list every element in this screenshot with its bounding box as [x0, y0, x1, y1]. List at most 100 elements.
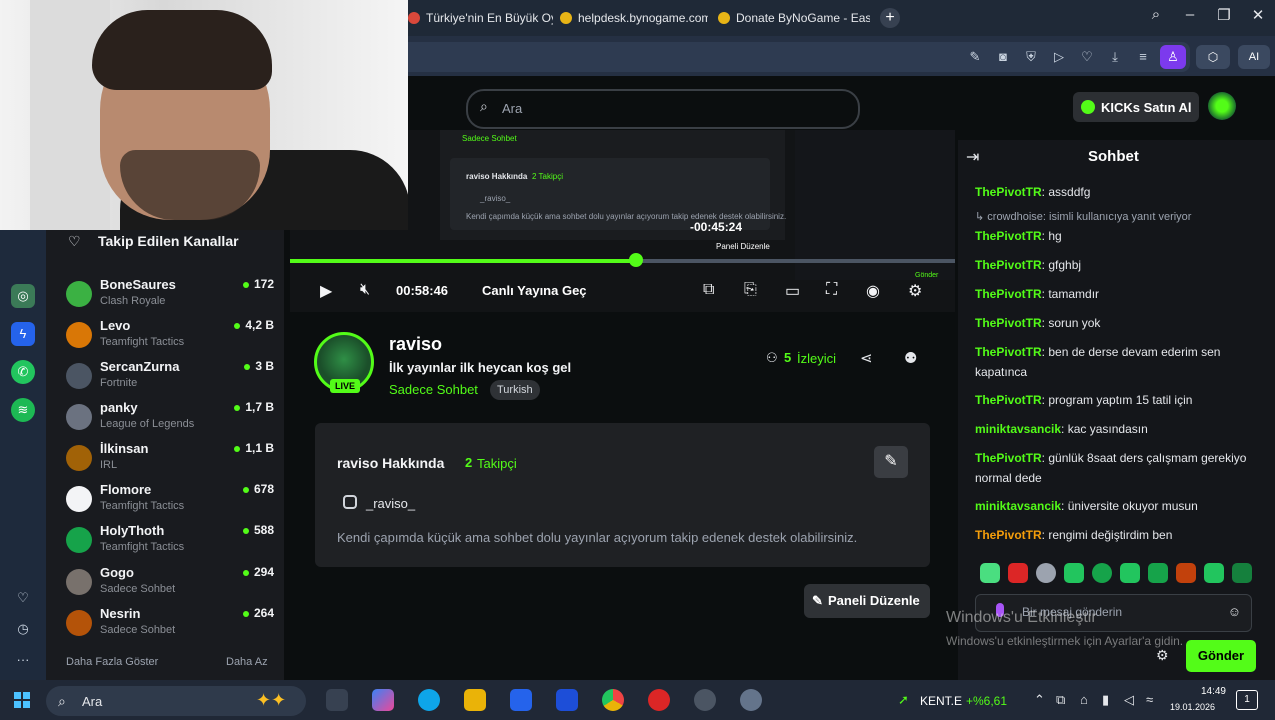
browser-tab[interactable]: helpdesk.bynogame.com [560, 6, 708, 30]
whatsapp-icon[interactable]: ✆ [11, 360, 35, 384]
windows-start-icon[interactable] [14, 692, 30, 708]
edge-icon[interactable] [418, 689, 440, 711]
opera-icon[interactable] [648, 689, 670, 711]
heart-icon[interactable]: ♡ [1078, 49, 1096, 65]
tray-expand-icon[interactable]: ⌃ [1034, 692, 1045, 708]
menu-icon[interactable]: ≡ [1134, 49, 1152, 65]
play-icon[interactable]: ▶ [320, 281, 332, 301]
extensions-icon[interactable]: ⬡ [1196, 45, 1230, 69]
wifi-icon[interactable]: ≈ [1146, 692, 1153, 707]
edit-about-button[interactable]: ✎ [874, 446, 908, 478]
edit-panels-button[interactable]: ✎ Paneli Düzenle [804, 584, 930, 618]
emote[interactable] [1008, 563, 1028, 583]
search-input[interactable]: ⌕ Ara [466, 89, 860, 129]
collapse-chat-icon[interactable]: ⇥ [966, 147, 979, 167]
emote[interactable] [1092, 563, 1112, 583]
emote[interactable] [1120, 563, 1140, 583]
profile-icon[interactable]: ♙ [1160, 45, 1186, 69]
channel-item[interactable]: Levo Teamfight Tactics 4,2 B [64, 318, 278, 356]
channel-item[interactable]: Gogo Sadece Sohbet 294 [64, 565, 278, 603]
browser-tab-active[interactable]: Donate ByNoGame - Eas [718, 6, 870, 30]
restore-icon[interactable]: ❐ [1212, 6, 1236, 24]
channel-item[interactable]: BoneSaures Clash Royale 172 [64, 277, 278, 315]
taskbar-date[interactable]: 19.01.2026 [1170, 702, 1215, 712]
camera-icon[interactable]: ◙ [994, 49, 1012, 65]
volume-icon[interactable]: ◁ [1124, 692, 1134, 708]
show-less-link[interactable]: Daha Az [226, 656, 268, 668]
buy-kicks-button[interactable]: KICKs Satın Al [1073, 92, 1199, 122]
streamer-name[interactable]: raviso [389, 334, 442, 355]
chat-settings-icon[interactable]: ⚙ [1156, 647, 1169, 664]
store-icon[interactable] [510, 689, 532, 711]
copilot-icon[interactable] [372, 689, 394, 711]
emote[interactable] [1148, 563, 1168, 583]
channel-name: BoneSaures [100, 277, 176, 292]
emote[interactable] [1064, 563, 1084, 583]
taskbar-clock[interactable]: 14:49 [1192, 686, 1226, 697]
channel-item[interactable]: panky League of Legends 1,7 B [64, 400, 278, 438]
share-icon[interactable]: ⋖ [860, 349, 873, 367]
channel-name: İlkinsan [100, 441, 149, 456]
instagram-link[interactable]: _raviso_ [366, 496, 415, 511]
send-button[interactable]: Gönder [1186, 640, 1256, 672]
quality-icon[interactable]: ◉ [866, 281, 880, 301]
emote[interactable] [1036, 563, 1056, 583]
app-icon[interactable] [740, 689, 762, 711]
emote[interactable] [1204, 563, 1224, 583]
go-live-button[interactable]: Canlı Yayına Geç [482, 283, 587, 298]
theater-mode-icon[interactable]: ▭ [785, 281, 800, 301]
outlook-icon[interactable] [556, 689, 578, 711]
stream-category-link[interactable]: Sadece Sohbet [389, 382, 478, 397]
favorites-icon[interactable]: ♡ [11, 586, 35, 610]
fullscreen-icon[interactable]: ⛶ [826, 281, 837, 299]
download-icon[interactable]: ⤓ [1106, 49, 1124, 65]
app-icon[interactable]: ◎ [11, 284, 35, 308]
notification-center-icon[interactable]: 1 [1236, 690, 1258, 710]
channel-avatar [66, 363, 92, 389]
browser-tab[interactable]: Türkiye'nin En Büyük Oyu [408, 6, 553, 30]
settings-gear-icon[interactable]: ⚙ [908, 281, 922, 301]
tray-app-icon[interactable]: ⧉ [1056, 692, 1065, 708]
network-icon[interactable]: ⌂ [1080, 692, 1088, 707]
app-icon[interactable] [694, 689, 716, 711]
language-tag[interactable]: Turkish [490, 380, 540, 400]
new-tab-button[interactable]: + [880, 8, 900, 28]
channel-item[interactable]: İlkinsan IRL 1,1 B [64, 441, 278, 479]
clip-icon[interactable]: ⎘ [744, 281, 757, 299]
taskbar-search[interactable]: ⌕ Ara ✦✦ [46, 686, 306, 716]
ai-button[interactable]: AI [1238, 45, 1270, 69]
emoji-icon[interactable]: ☺ [1228, 604, 1241, 619]
channel-item[interactable]: HolyThoth Teamfight Tactics 588 [64, 523, 278, 561]
channel-name: Flomore [100, 482, 152, 497]
shield-icon[interactable]: ⛨ [1022, 49, 1040, 65]
emote[interactable] [1232, 563, 1252, 583]
user-settings-icon[interactable]: ⚉ [904, 349, 917, 367]
channel-item[interactable]: Nesrin Sadece Sohbet 264 [64, 606, 278, 644]
emote[interactable] [980, 563, 1000, 583]
messenger-icon[interactable]: ϟ [11, 322, 35, 346]
close-window-icon[interactable]: ✕ [1246, 6, 1270, 24]
search-icon: ⌕ [480, 98, 488, 114]
emote[interactable] [1176, 563, 1196, 583]
mute-icon[interactable]: 🔇︎ [360, 281, 370, 299]
edit-icon[interactable]: ✎ [966, 49, 984, 65]
channel-item[interactable]: SercanZurna Fortnite 3 B [64, 359, 278, 397]
stock-ticker[interactable]: KENT.E [920, 694, 962, 708]
battery-icon[interactable]: ▮ [1102, 692, 1109, 708]
user-avatar[interactable] [1208, 92, 1236, 120]
chrome-icon[interactable] [602, 689, 624, 711]
history-icon[interactable]: ◷ [11, 617, 35, 641]
more-icon[interactable]: ··· [11, 648, 35, 672]
channel-name: Nesrin [100, 606, 141, 621]
show-more-link[interactable]: Daha Fazla Göster [66, 656, 158, 668]
minimize-icon[interactable]: – [1178, 6, 1202, 23]
file-explorer-icon[interactable] [464, 689, 486, 711]
spotify-icon[interactable]: ≋ [11, 398, 35, 422]
search-tabs-icon[interactable]: ⌕ [1144, 6, 1168, 23]
channel-item[interactable]: Flomore Teamfight Tactics 678 [64, 482, 278, 520]
stock-trend-icon: ➚ [898, 692, 909, 707]
send-icon[interactable]: ▷ [1050, 49, 1068, 65]
task-view-icon[interactable] [326, 689, 348, 711]
pip-icon[interactable]: ⧉ [703, 281, 714, 299]
video-progress-handle[interactable] [629, 253, 643, 267]
